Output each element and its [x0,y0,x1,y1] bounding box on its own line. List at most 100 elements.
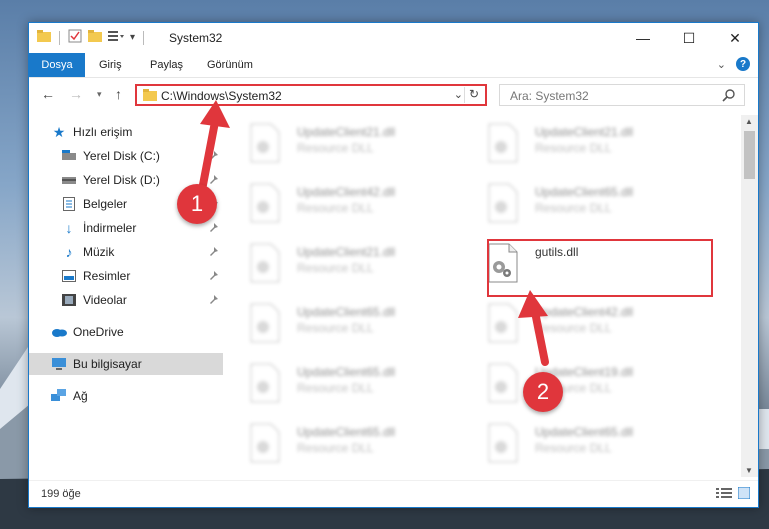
document-icon [61,196,77,212]
file-description: Resource DLL [535,201,612,215]
sidebar-item-label: Müzik [83,245,115,259]
sidebar-item-label: Videolar [83,293,127,307]
ribbon-right-controls: ⌄ ? [717,57,750,71]
window-controls: — ☐ ✕ [620,23,758,53]
file-name: UpdateClient42.dll [535,305,634,319]
file-item[interactable]: UpdateClient21.dll Resource DLL [225,121,455,173]
ribbon-tabs: Dosya Giriş Paylaş Görünüm ⌄ ? [29,53,758,78]
pin-icon[interactable] [209,294,219,308]
file-name: UpdateClient65.dll [297,305,396,319]
minimize-button[interactable]: — [620,23,666,53]
recent-locations-icon[interactable]: ▾ [97,89,102,100]
tab-view[interactable]: Görünüm [207,59,253,71]
pin-icon[interactable] [209,150,219,164]
sidebar-item-pictures[interactable]: Resimler [29,265,223,287]
pin-icon[interactable] [209,222,219,236]
forward-arrow-icon[interactable]: → [69,86,83,102]
vertical-scrollbar[interactable]: ▲ ▼ [741,115,758,477]
new-folder-icon[interactable] [88,30,102,45]
search-box[interactable]: Ara: System32 [499,84,745,106]
cloud-icon [51,324,67,340]
status-bar: 199 öğe [29,480,758,507]
sidebar-item-music[interactable]: ♪ Müzik [29,241,223,263]
dll-file-icon [488,363,518,403]
sidebar-item-this-pc[interactable]: Bu bilgisayar [29,353,223,375]
file-item[interactable]: UpdateClient42.dll Resource DLL [463,301,693,353]
file-name: UpdateClient42.dll [297,185,396,199]
dll-file-icon [250,423,280,463]
pin-icon[interactable] [209,174,219,188]
search-input[interactable]: Ara: System32 [510,89,589,103]
network-icon [51,388,67,404]
scroll-down-icon[interactable]: ▼ [745,466,753,475]
step-2-badge: 2 [523,372,563,412]
view-options-icon[interactable] [108,30,124,45]
sidebar-item-label: İndirmeler [83,221,137,235]
file-description: Resource DLL [535,441,612,455]
sidebar-item-quick-access[interactable]: ★ Hızlı erişim [29,121,223,143]
window-title: System32 [169,31,223,45]
star-icon: ★ [52,123,66,140]
file-description: Resource DLL [535,321,612,335]
details-view-icon[interactable] [716,487,732,502]
tab-share[interactable]: Paylaş [150,59,183,71]
file-item[interactable]: UpdateClient65.dll Resource DLL [225,301,455,353]
file-item[interactable]: UpdateClient65.dll Resource DLL [463,181,693,233]
dll-file-icon [250,243,280,283]
file-item[interactable]: UpdateClient21.dll Resource DLL [463,121,693,173]
file-name: UpdateClient65.dll [535,425,634,439]
file-item[interactable]: UpdateClient65.dll Resource DLL [463,421,693,473]
sidebar-item-onedrive[interactable]: OneDrive [29,321,223,343]
close-button[interactable]: ✕ [712,23,758,53]
help-icon[interactable]: ? [736,57,750,71]
back-arrow-icon[interactable]: ← [41,86,55,102]
pin-icon[interactable] [209,246,219,260]
up-arrow-icon[interactable]: ↑ [115,86,122,102]
tab-home[interactable]: Giriş [99,59,122,71]
address-path[interactable]: C:\Windows\System32 [161,89,282,103]
music-note-icon: ♪ [65,244,73,260]
separator [143,30,145,45]
download-arrow-icon: ↓ [65,220,73,236]
file-item[interactable]: UpdateClient65.dll Resource DLL [225,421,455,473]
large-icons-view-icon[interactable] [737,486,751,502]
pin-icon[interactable] [209,270,219,284]
sidebar-item-label: Resimler [83,269,131,283]
sidebar-item-label: OneDrive [73,325,124,339]
sidebar-item-local-disk-c[interactable]: Yerel Disk (C:) [29,145,223,167]
file-name: UpdateClient65.dll [297,365,396,379]
address-bar[interactable]: C:\Windows\System32 ⌄ ↻ [135,84,487,106]
sidebar-item-label: Bu bilgisayar [73,357,142,371]
scrollbar-thumb[interactable] [744,131,755,179]
file-name: UpdateClient21.dll [535,125,634,139]
dll-file-icon [488,423,518,463]
file-item[interactable]: UpdateClient21.dll Resource DLL [225,241,455,293]
sidebar-item-network[interactable]: Ağ [29,385,223,407]
drive-icon [61,172,77,188]
sidebar-item-label: Hızlı erişim [73,125,133,139]
dll-file-icon [488,183,518,223]
chevron-down-icon[interactable]: ⌄ [454,88,463,101]
tab-file[interactable]: Dosya [29,53,85,77]
file-item[interactable]: UpdateClient42.dll Resource DLL [225,181,455,233]
properties-icon[interactable] [68,29,82,46]
customize-toolbar-icon[interactable]: ▾ [130,32,135,43]
scroll-up-icon[interactable]: ▲ [745,117,753,126]
file-name: UpdateClient65.dll [297,425,396,439]
expand-ribbon-icon[interactable]: ⌄ [717,58,726,71]
file-name: UpdateClient65.dll [535,185,634,199]
sidebar-item-label: Belgeler [83,197,128,211]
search-icon[interactable] [722,88,736,105]
maximize-button[interactable]: ☐ [666,23,712,53]
sidebar-item-videos[interactable]: Videolar [29,289,223,311]
file-description: Resource DLL [297,261,374,275]
title-bar: ▾ System32 — ☐ ✕ [29,23,758,53]
dll-file-icon [250,303,280,343]
file-item[interactable]: UpdateClient19.dll Resource DLL [463,361,693,413]
sidebar-item-label: Ağ [73,389,88,403]
refresh-icon[interactable]: ↻ [464,87,483,103]
file-name: UpdateClient21.dll [297,245,396,259]
file-item[interactable]: UpdateClient65.dll Resource DLL [225,361,455,413]
explorer-window: ▾ System32 — ☐ ✕ Dosya Giriş Paylaş Görü… [28,22,759,508]
dll-file-icon [250,363,280,403]
